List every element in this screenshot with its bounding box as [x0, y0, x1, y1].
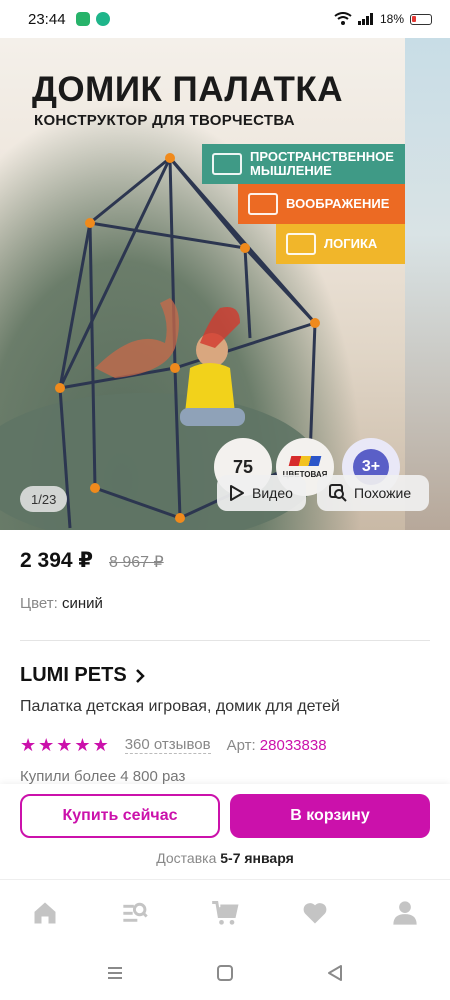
status-time: 23:44 — [28, 10, 66, 28]
menu-icon[interactable] — [105, 963, 125, 983]
buy-now-button[interactable]: Купить сейчас — [20, 794, 220, 838]
nav-catalog[interactable] — [115, 893, 155, 933]
bottom-navigation — [0, 879, 450, 945]
battery-percent: 18% — [379, 12, 404, 26]
article-label: Арт: — [226, 736, 256, 754]
rating-stars: ★ ★ ★ ★ ★ — [20, 736, 109, 754]
nav-favorites[interactable] — [295, 893, 335, 933]
video-label: Видео — [252, 485, 293, 501]
star-icon: ★ — [92, 735, 109, 755]
feature-tag-label: ВООБРАЖЕНИЕ — [286, 195, 390, 211]
similar-label: Похожие — [354, 485, 412, 501]
heart-icon — [303, 902, 327, 923]
reviews-link[interactable]: 360 отзывов — [124, 736, 211, 754]
article-value: 28033838 — [259, 736, 327, 754]
nav-home[interactable] — [25, 893, 65, 933]
feature-tag-logic: ЛОГИКА — [276, 224, 405, 264]
notification-icon — [75, 12, 90, 26]
brand-name: LUMI PETS — [20, 664, 127, 686]
brand-link[interactable]: LUMI PETS — [20, 664, 145, 687]
catalog-search-icon — [123, 902, 148, 922]
similar-button[interactable]: Похожие — [317, 475, 429, 511]
hero-title: ДОМИК ПАЛАТКА — [32, 70, 344, 109]
battery-icon — [410, 13, 432, 25]
cart-icon — [212, 900, 239, 925]
video-button[interactable]: Видео — [217, 475, 306, 511]
delivery-info: Доставка 5-7 января — [0, 850, 450, 866]
feature-tag-label: ЛОГИКА — [324, 235, 378, 251]
image-counter: 1/23 — [20, 486, 68, 512]
star-icon: ★ — [56, 735, 73, 755]
product-name: Палатка детская игровая, домик для детей — [20, 698, 340, 715]
feature-tag-spatial: ПРОСТРАНСТВЕННОЕ МЫШЛЕНИЕ — [202, 144, 405, 184]
star-icon: ★ — [74, 735, 91, 755]
color-label: Цвет: — [20, 595, 58, 612]
color-row[interactable]: Цвет: синий — [20, 595, 103, 612]
wifi-icon — [334, 12, 352, 25]
system-navigation — [0, 945, 450, 1000]
old-price: 8 967 ₽ — [109, 554, 164, 571]
purchase-action-bar: Купить сейчас В корзину Доставка 5-7 янв… — [0, 784, 450, 879]
star-icon: ★ — [38, 735, 55, 755]
blocks-icon — [212, 153, 242, 175]
color-stripes-icon — [288, 455, 322, 466]
play-icon — [230, 485, 244, 501]
status-indicators: 18% — [334, 12, 432, 26]
nav-profile[interactable] — [385, 893, 425, 933]
status-bar: 23:44 18% — [0, 0, 450, 38]
price-row: 2 394 ₽ 8 967 ₽ — [20, 548, 164, 573]
rocket-icon — [248, 193, 278, 215]
add-to-cart-button[interactable]: В корзину — [230, 794, 430, 838]
star-icon: ★ — [20, 735, 37, 755]
rating-row: ★ ★ ★ ★ ★ 360 отзывов Арт: 28033838 — [20, 736, 327, 754]
feature-tag-label: ПРОСТРАНСТВЕННОЕ МЫШЛЕНИЕ — [250, 148, 394, 178]
divider — [20, 640, 430, 641]
delivery-label: Доставка — [156, 850, 217, 866]
similar-search-icon — [329, 484, 347, 502]
profile-icon — [393, 900, 417, 925]
home-icon — [34, 902, 56, 923]
delivery-date: 5-7 января — [220, 850, 294, 866]
bought-count: Купили более 4 800 раз — [20, 768, 186, 785]
article-number[interactable]: Арт: 28033838 — [227, 737, 327, 754]
nav-cart[interactable] — [205, 893, 245, 933]
abc-blocks-icon — [286, 233, 316, 255]
feature-tag-imagination: ВООБРАЖЕНИЕ — [238, 184, 405, 224]
back-icon[interactable] — [325, 963, 345, 983]
chat-notification-icon — [95, 12, 110, 26]
signal-icon — [357, 13, 373, 25]
home-square-icon[interactable] — [215, 963, 235, 983]
chevron-right-icon — [135, 668, 145, 683]
next-photo-preview — [405, 38, 450, 530]
current-price: 2 394 ₽ — [20, 549, 93, 572]
color-value: синий — [61, 595, 103, 612]
hero-subtitle: КОНСТРУКТОР ДЛЯ ТВОРЧЕСТВА — [34, 112, 295, 129]
product-image-gallery[interactable]: ДОМИК ПАЛАТКА КОНСТРУКТОР ДЛЯ ТВОРЧЕСТВА… — [0, 38, 450, 530]
